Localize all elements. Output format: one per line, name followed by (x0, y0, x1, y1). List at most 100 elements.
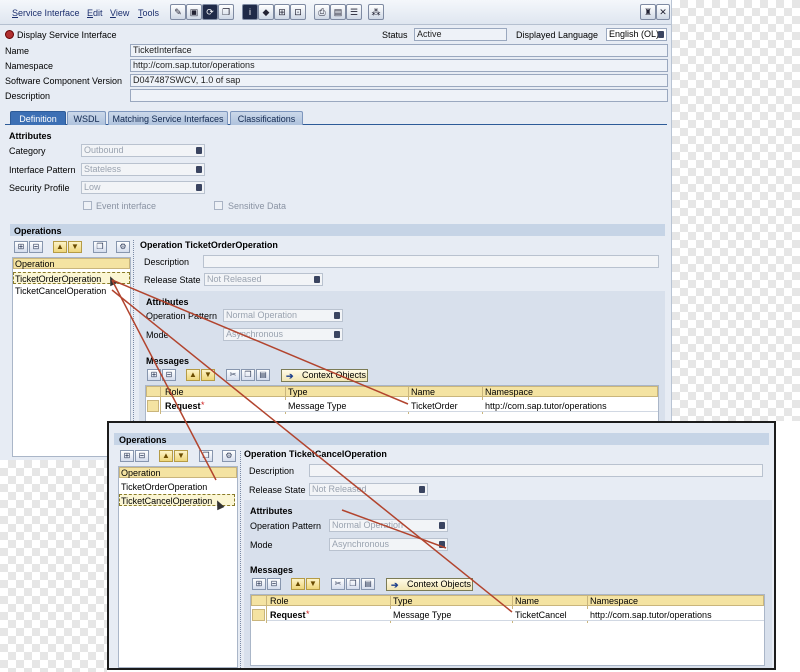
inset-release-state-select[interactable]: Not Released (309, 483, 428, 496)
release-state-select[interactable]: Not Released (204, 273, 323, 286)
inset-splitter-handle[interactable] (240, 451, 243, 668)
event-interface-label: Event interface (96, 201, 157, 211)
op-attributes-heading: Attributes (146, 297, 189, 307)
display-icon[interactable]: ▤ (330, 4, 346, 20)
inset-row-type: Message Type (393, 610, 452, 620)
msg-up-icon[interactable]: ▲ (186, 369, 200, 381)
print-icon[interactable]: ⎙ (314, 4, 330, 20)
inset-description-field[interactable] (309, 464, 763, 477)
inset-move-up-icon[interactable]: ▲ (159, 450, 173, 462)
col-role: Role (165, 387, 184, 397)
swcv-label: Software Component Version (5, 76, 123, 86)
inset-copy-row-icon[interactable]: ❐ (199, 450, 213, 462)
description-field[interactable] (130, 89, 668, 102)
category-select[interactable]: Outbound (81, 144, 205, 157)
menu-view[interactable]: View (110, 8, 129, 18)
inset-msg-add-icon[interactable]: ⊞ (252, 578, 266, 590)
delete-row-icon[interactable]: ⊟ (29, 241, 43, 253)
inset-row-role: Request (270, 610, 306, 620)
inset-attributes-heading: Attributes (250, 506, 293, 516)
inset-row-selector[interactable] (252, 609, 265, 621)
status-field: Active (414, 28, 507, 41)
inset-operation-item-order[interactable]: TicketOrderOperation (121, 482, 207, 492)
operation-item-cancel[interactable]: TicketCancelOperation (15, 286, 106, 296)
inset-msg-down-icon[interactable]: ▼ (306, 578, 320, 590)
msg-down-icon[interactable]: ▼ (201, 369, 215, 381)
security-profile-select[interactable]: Low (81, 181, 205, 194)
op-pattern-select[interactable]: Normal Operation (223, 309, 343, 322)
menu-service-interface[interactable]: Service Interface (12, 8, 80, 18)
menu-tools[interactable]: Tools (138, 8, 159, 18)
edit-icon[interactable]: ✎ (170, 4, 186, 20)
context-objects-button[interactable]: ➔ Context Objects (281, 369, 368, 382)
msg-paste-icon[interactable]: ▤ (256, 369, 270, 381)
where-used-icon[interactable]: ⊡ (290, 4, 306, 20)
inset-msg-delete-icon[interactable]: ⊟ (267, 578, 281, 590)
inset-op-pattern-select[interactable]: Normal Operation (329, 519, 448, 532)
inset-context-objects-button[interactable]: ➔ Context Objects (386, 578, 473, 591)
window-title-icon (5, 30, 14, 39)
op-description-field[interactable] (203, 255, 659, 268)
inset-add-row-icon[interactable]: ⊞ (120, 450, 134, 462)
tab-wsdl[interactable]: WSDL (67, 111, 106, 125)
language-select[interactable]: English (OL) (606, 28, 667, 41)
window-title: Display Service Interface (17, 30, 117, 40)
release-state-label: Release State (144, 275, 201, 285)
inset-row-name: TicketCancel (515, 610, 567, 620)
category-label: Category (9, 146, 46, 156)
close-icon[interactable]: ✕ (656, 4, 670, 20)
language-label: Displayed Language (516, 30, 599, 40)
move-up-icon[interactable]: ▲ (53, 241, 67, 253)
event-interface-checkbox[interactable] (83, 201, 92, 210)
swcv-field: D047487SWCV, 1.0 of sap (130, 74, 668, 87)
transparent-background-bottom (0, 460, 107, 672)
msg-delete-icon[interactable]: ⊟ (162, 369, 176, 381)
name-field: TicketInterface (130, 44, 668, 57)
tab-definition[interactable]: Definition (10, 111, 66, 125)
inset-settings-icon[interactable]: ⚙ (222, 450, 236, 462)
description-label: Description (5, 91, 51, 101)
copy-icon[interactable]: ❐ (218, 4, 234, 20)
move-down-icon[interactable]: ▼ (68, 241, 82, 253)
inset-operation-item-cancel[interactable]: TicketCancelOperation (121, 496, 212, 506)
menu-edit[interactable]: Edit (87, 8, 103, 18)
inset-op-pattern-label: Operation Pattern (250, 521, 322, 531)
inset-msg-copy-icon[interactable]: ❐ (346, 578, 360, 590)
settings-icon[interactable]: ⚙ (116, 241, 130, 253)
inset-msg-paste-icon[interactable]: ▤ (361, 578, 375, 590)
tab-classifications[interactable]: Classifications (230, 111, 303, 125)
check-icon[interactable]: ◆ (258, 4, 274, 20)
inset-col-namespace: Namespace (590, 596, 639, 606)
tab-matching-service-interfaces[interactable]: Matching Service Interfaces (108, 111, 228, 125)
add-row-icon[interactable]: ⊞ (14, 241, 28, 253)
inset-arrow-right-icon: ➔ (391, 580, 399, 590)
hierarchy-icon[interactable]: ⊞ (274, 4, 290, 20)
history-icon[interactable]: ☰ (346, 4, 362, 20)
lock-icon[interactable]: ♜ (640, 4, 656, 20)
msg-add-icon[interactable]: ⊞ (147, 369, 161, 381)
inset-move-down-icon[interactable]: ▼ (174, 450, 188, 462)
inset-detail-panel: Operations ⊞ ⊟ ▲ ▼ ❐ ⚙ Operation TicketO… (107, 421, 776, 670)
network-icon[interactable]: ⁂ (368, 4, 384, 20)
inset-operation-detail-title: Operation TicketCancelOperation (244, 449, 387, 459)
copy-row-icon[interactable]: ❐ (93, 241, 107, 253)
mode-select[interactable]: Asynchronous (223, 328, 343, 341)
namespace-field: http://com.sap.tutor/operations (130, 59, 668, 72)
sensitive-data-checkbox[interactable] (214, 201, 223, 210)
security-profile-label: Security Profile (9, 183, 70, 193)
interface-pattern-select[interactable]: Stateless (81, 163, 205, 176)
inset-delete-row-icon[interactable]: ⊟ (135, 450, 149, 462)
operation-item-order[interactable]: TicketOrderOperation (15, 274, 101, 284)
operation-column-label: Operation (15, 259, 55, 269)
row-selector[interactable] (147, 400, 159, 412)
inset-row-namespace: http://com.sap.tutor/operations (590, 610, 712, 620)
inset-msg-cut-icon[interactable]: ✂ (331, 578, 345, 590)
info-icon[interactable]: i (242, 4, 258, 20)
msg-cut-icon[interactable]: ✂ (226, 369, 240, 381)
inset-msg-up-icon[interactable]: ▲ (291, 578, 305, 590)
refresh-icon[interactable]: ⟳ (202, 4, 218, 20)
inset-mode-select[interactable]: Asynchronous (329, 538, 448, 551)
change-icon[interactable]: ▣ (186, 4, 202, 20)
inset-operation-column-label: Operation (121, 468, 161, 478)
msg-copy-icon[interactable]: ❐ (241, 369, 255, 381)
